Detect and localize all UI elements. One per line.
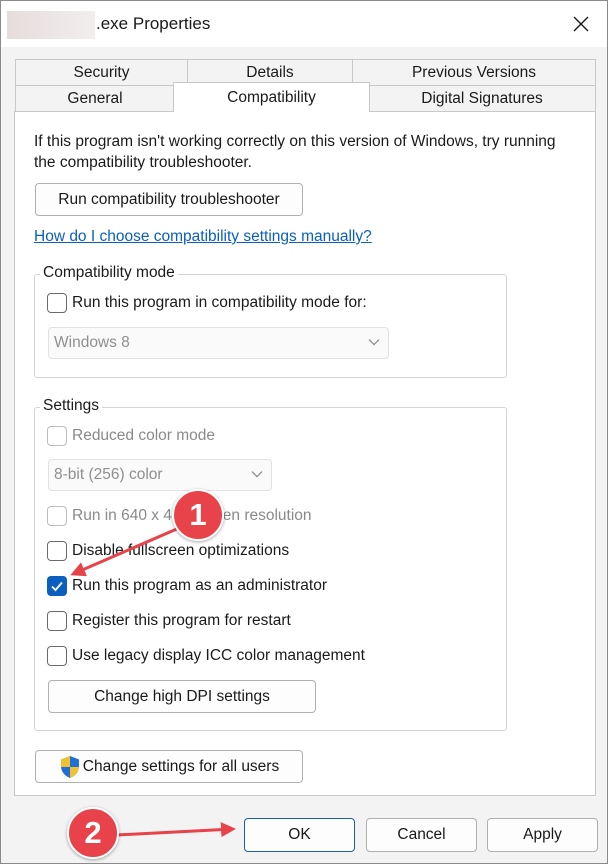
color-depth-value: 8-bit (256) color	[54, 466, 163, 483]
tab-previous-versions[interactable]: Previous Versions	[352, 59, 596, 86]
checkbox-box	[47, 293, 67, 313]
cancel-button[interactable]: Cancel	[366, 818, 477, 852]
settings-group-label: Settings	[40, 397, 103, 415]
checkbox-box	[47, 426, 67, 446]
run-as-admin-label: Run this program as an administrator	[72, 577, 328, 594]
close-button[interactable]	[561, 7, 601, 41]
uac-shield-icon	[60, 755, 79, 778]
reduced-color-checkbox[interactable]: Reduced color mode	[47, 426, 215, 446]
compat-mode-group-label: Compatibility mode	[40, 264, 178, 282]
tab-security[interactable]: Security	[15, 59, 188, 86]
change-all-users-label: Change settings for all users	[82, 757, 280, 775]
compat-mode-checkbox[interactable]: Run this program in compatibility mode f…	[47, 293, 367, 313]
redacted-filename	[7, 11, 95, 39]
tab-general[interactable]: General	[15, 85, 175, 112]
run-troubleshooter-button[interactable]: Run compatibility troubleshooter	[35, 183, 303, 216]
compat-help-link[interactable]: How do I choose compatibility settings m…	[34, 228, 372, 246]
properties-dialog: .exe Properties Security Details Previou…	[0, 0, 608, 864]
checkmark-icon	[51, 581, 63, 592]
apply-button[interactable]: Apply	[487, 818, 598, 852]
chevron-down-icon	[251, 471, 263, 478]
callout-badge-2: 2	[67, 807, 119, 859]
arrow-to-ok	[116, 822, 236, 838]
reduced-color-label: Reduced color mode	[72, 427, 216, 444]
register-restart-label: Register this program for restart	[72, 612, 291, 629]
tab-compatibility[interactable]: Compatibility	[173, 82, 370, 112]
legacy-icc-checkbox[interactable]: Use legacy display ICC color management	[47, 646, 365, 666]
windows-version-select[interactable]: Windows 8	[48, 327, 389, 359]
checkbox-box	[47, 646, 67, 666]
checkbox-box	[47, 506, 67, 526]
compat-mode-label: Run this program in compatibility mode f…	[72, 294, 367, 311]
checkbox-box	[47, 541, 67, 561]
legacy-icc-label: Use legacy display ICC color management	[72, 647, 365, 664]
ok-button[interactable]: OK	[244, 818, 355, 852]
fullscreen-optimizations-checkbox[interactable]: Disable fullscreen optimizations	[47, 541, 289, 561]
windows-version-value: Windows 8	[54, 334, 130, 351]
intro-text: If this program isn't working correctly …	[34, 133, 556, 171]
callout-badge-1: 1	[172, 489, 224, 541]
tab-digital-signatures[interactable]: Digital Signatures	[368, 85, 596, 112]
close-icon	[573, 16, 589, 32]
checkbox-box	[47, 576, 67, 596]
run-as-admin-checkbox[interactable]: Run this program as an administrator	[47, 576, 327, 596]
change-all-users-button[interactable]: Change settings for all users	[35, 750, 303, 783]
register-restart-checkbox[interactable]: Register this program for restart	[47, 611, 291, 631]
compat-mode-group	[34, 274, 507, 378]
color-depth-select[interactable]: 8-bit (256) color	[48, 459, 272, 491]
change-dpi-button[interactable]: Change high DPI settings	[48, 680, 316, 713]
fullscreen-optimizations-label: Disable fullscreen optimizations	[72, 542, 290, 559]
title-bar[interactable]: .exe Properties	[1, 1, 607, 47]
window-title: .exe Properties	[96, 14, 211, 33]
chevron-down-icon	[368, 339, 380, 346]
checkbox-box	[47, 611, 67, 631]
